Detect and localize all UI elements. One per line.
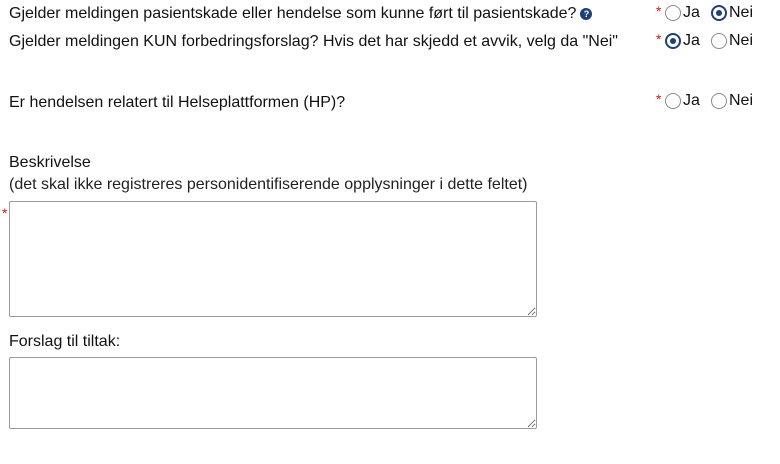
required-marker: * [2, 205, 8, 221]
radio-option-ja[interactable]: Ja [665, 91, 700, 111]
question-helseplattformen-label: Er hendelsen relatert til Helseplattform… [9, 94, 346, 111]
radio-label: Nei [729, 4, 754, 21]
beskrivelse-textarea[interactable] [9, 201, 537, 317]
required-marker: * [656, 3, 662, 19]
tiltak-label: Forslag til tiltak: [9, 333, 121, 350]
question-circle-icon[interactable]: ? [580, 8, 593, 20]
radio-button-selected[interactable] [665, 33, 681, 49]
question-patient-injury: Gjelder meldingen pasientskade eller hen… [9, 4, 593, 24]
beskrivelse-label: Beskrivelse [9, 154, 91, 171]
radio-label: Nei [729, 92, 754, 109]
question-improvement-only: Gjelder meldingen KUN forbedringsforslag… [9, 32, 618, 52]
radio-button[interactable] [665, 93, 681, 109]
radio-button-selected[interactable] [711, 5, 727, 21]
radio-label: Ja [683, 4, 700, 21]
radio-button[interactable] [711, 93, 727, 109]
question-helseplattformen: Er hendelsen relatert til Helseplattform… [9, 93, 345, 113]
radio-option-ja[interactable]: Ja [665, 31, 700, 51]
radio-button[interactable] [665, 5, 681, 21]
radio-label: Nei [729, 32, 754, 49]
radio-label: Ja [683, 92, 700, 109]
tiltak-textarea[interactable] [9, 357, 537, 429]
required-marker: * [656, 31, 662, 47]
radio-option-nei[interactable]: Nei [711, 31, 753, 51]
beskrivelse-hint: (det skal ikke registreres personidentif… [9, 176, 528, 193]
radio-label: Ja [683, 32, 700, 49]
radio-option-nei[interactable]: Nei [711, 91, 753, 111]
radio-option-ja[interactable]: Ja [665, 3, 700, 23]
question-improvement-only-label: Gjelder meldingen KUN forbedringsforslag… [9, 33, 618, 50]
question-patient-injury-label: Gjelder meldingen pasientskade eller hen… [9, 5, 577, 22]
radio-button[interactable] [711, 33, 727, 49]
radio-option-nei[interactable]: Nei [711, 3, 753, 23]
required-marker: * [656, 91, 662, 107]
